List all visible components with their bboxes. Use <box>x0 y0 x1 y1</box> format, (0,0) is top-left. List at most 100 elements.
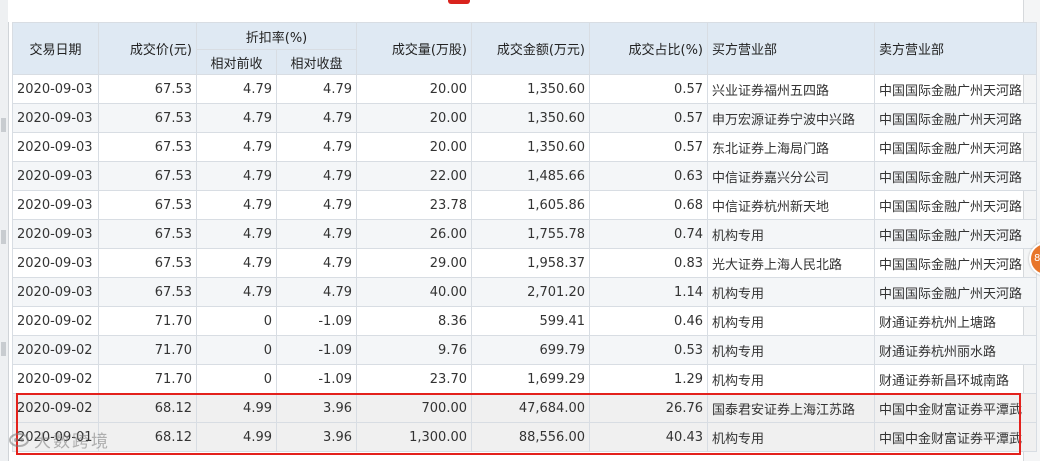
col-discount-group: 折扣率(%) <box>196 22 357 50</box>
cell-seller: 财通证券杭州丽水路 <box>874 335 1037 365</box>
table-row[interactable]: 2020-09-03 67.53 4.79 4.79 26.00 1,755.78 0.74… <box>12 219 1037 249</box>
cell-seller: 财通证券杭州上塘路 <box>874 306 1037 336</box>
cell-discount-prev-close: 0 <box>196 335 277 365</box>
col-discount-close[interactable]: 相对收盘 <box>276 49 357 75</box>
cell-discount-close: 4.79 <box>276 248 357 278</box>
cell-amount: 47,684.00 <box>471 393 590 423</box>
cell-share: 26.76 <box>589 393 708 423</box>
cell-amount: 1,350.60 <box>471 132 590 162</box>
col-buyer[interactable]: 买方营业部 <box>707 22 875 75</box>
edge-notch <box>1 342 6 356</box>
cell-discount-prev-close: 0 <box>196 364 277 394</box>
col-trade-date[interactable]: 交易日期 <box>12 22 99 75</box>
table-row[interactable]: 2020-09-02 71.70 0 -1.09 23.70 1,699.29 1.29 机构… <box>12 364 1037 394</box>
cell-discount-close: 4.79 <box>276 132 357 162</box>
cell-seller: 中国国际金融广州天河路 <box>874 161 1037 191</box>
left-scroll-edge[interactable] <box>0 0 9 461</box>
cell-share: 0.46 <box>589 306 708 336</box>
cell-discount-close: -1.09 <box>276 335 357 365</box>
cell-buyer: 中信证券嘉兴分公司 <box>707 161 875 191</box>
cell-discount-prev-close: 4.99 <box>196 422 277 452</box>
cell-seller: 中国国际金融广州天河路 <box>874 248 1037 278</box>
cell-seller: 中国中金财富证券平潭武 <box>874 422 1037 452</box>
table-row[interactable]: 2020-09-03 67.53 4.79 4.79 20.00 1,350.60 0.57… <box>12 103 1037 133</box>
cell-volume: 1,300.00 <box>356 422 472 452</box>
table-row[interactable]: 2020-09-03 67.53 4.79 4.79 20.00 1,350.60 0.57… <box>12 132 1037 162</box>
cell-trade-date: 2020-09-02 <box>12 306 99 336</box>
cell-share: 0.74 <box>589 219 708 249</box>
cell-discount-close: -1.09 <box>276 306 357 336</box>
col-volume[interactable]: 成交量(万股) <box>356 22 472 75</box>
table-row[interactable]: 2020-09-02 71.70 0 -1.09 8.36 599.41 0.46 机构专用财… <box>12 306 1037 336</box>
cell-buyer: 国泰君安证券上海江苏路 <box>707 393 875 423</box>
table-row[interactable]: 2020-09-03 67.53 4.79 4.79 22.00 1,485.66 0.63… <box>12 161 1037 191</box>
cell-price: 67.53 <box>98 248 197 278</box>
cell-trade-date: 2020-09-03 <box>12 248 99 278</box>
cell-buyer: 机构专用 <box>707 364 875 394</box>
cell-buyer: 机构专用 <box>707 277 875 307</box>
top-red-tab[interactable] <box>448 0 470 4</box>
cell-discount-close: 4.79 <box>276 103 357 133</box>
cell-seller: 中国中金财富证券平潭武 <box>874 393 1037 423</box>
table-row[interactable]: 2020-09-03 67.53 4.79 4.79 29.00 1,958.37 0.83… <box>12 248 1037 278</box>
cell-share: 0.57 <box>589 132 708 162</box>
cell-buyer: 机构专用 <box>707 422 875 452</box>
table-row[interactable]: 2020-09-02 68.12 4.99 3.96 700.00 47,684.00 26… <box>12 393 1037 423</box>
col-seller[interactable]: 卖方营业部 <box>874 22 1037 75</box>
watermark: 大数跨境 <box>8 427 110 452</box>
table-row[interactable]: 2020-09-02 71.70 0 -1.09 9.76 699.79 0.53 机构专用财… <box>12 335 1037 365</box>
top-strip <box>8 0 1024 22</box>
cell-discount-prev-close: 4.79 <box>196 219 277 249</box>
cell-discount-prev-close: 4.79 <box>196 161 277 191</box>
cell-trade-date: 2020-09-03 <box>12 161 99 191</box>
cell-price: 68.12 <box>98 422 197 452</box>
cell-volume: 700.00 <box>356 393 472 423</box>
cell-amount: 699.79 <box>471 335 590 365</box>
cell-discount-close: 4.79 <box>276 161 357 191</box>
col-share[interactable]: 成交占比(%) <box>589 22 708 75</box>
cell-share: 0.57 <box>589 74 708 104</box>
cell-volume: 26.00 <box>356 219 472 249</box>
cell-discount-prev-close: 4.79 <box>196 132 277 162</box>
table-row[interactable]: 2020-09-03 67.53 4.79 4.79 40.00 2,701.20 1.14… <box>12 277 1037 307</box>
table-row[interactable]: 2020-09-03 67.53 4.79 4.79 23.78 1,605.86 0.68… <box>12 190 1037 220</box>
cell-amount: 1,350.60 <box>471 103 590 133</box>
cell-amount: 1,350.60 <box>471 74 590 104</box>
cell-volume: 9.76 <box>356 335 472 365</box>
cell-share: 0.63 <box>589 161 708 191</box>
screenshot-frame: 交易日期 成交价(元) 折扣率(%) 成交量(万股) 成交金额(万元) 成交占比… <box>0 0 1040 461</box>
cell-discount-prev-close: 4.99 <box>196 393 277 423</box>
cell-buyer: 机构专用 <box>707 219 875 249</box>
cell-trade-date: 2020-09-03 <box>12 190 99 220</box>
cell-discount-close: 3.96 <box>276 422 357 452</box>
cell-trade-date: 2020-09-03 <box>12 219 99 249</box>
watermark-logo-icon <box>9 432 29 447</box>
cell-seller: 财通证券新昌环城南路 <box>874 364 1037 394</box>
cell-amount: 1,485.66 <box>471 161 590 191</box>
table-row[interactable]: 2020-09-03 67.53 4.79 4.79 20.00 1,350.60 0.57… <box>12 74 1037 104</box>
cell-price: 67.53 <box>98 161 197 191</box>
cell-amount: 1,605.86 <box>471 190 590 220</box>
cell-discount-close: 4.79 <box>276 190 357 220</box>
cell-discount-prev-close: 4.79 <box>196 103 277 133</box>
table-row[interactable]: 2020-09-01 68.12 4.99 3.96 1,300.00 88,556.00… <box>12 422 1037 452</box>
cell-buyer: 机构专用 <box>707 306 875 336</box>
cell-discount-close: 4.79 <box>276 277 357 307</box>
col-discount-prev-close[interactable]: 相对前收 <box>196 49 277 75</box>
cell-share: 0.57 <box>589 103 708 133</box>
cell-price: 67.53 <box>98 103 197 133</box>
cell-share: 1.14 <box>589 277 708 307</box>
cell-price: 71.70 <box>98 306 197 336</box>
block-trade-table: 交易日期 成交价(元) 折扣率(%) 成交量(万股) 成交金额(万元) 成交占比… <box>12 22 1037 452</box>
col-amount[interactable]: 成交金额(万元) <box>471 22 590 75</box>
cell-discount-prev-close: 4.79 <box>196 190 277 220</box>
cell-volume: 20.00 <box>356 74 472 104</box>
cell-share: 40.43 <box>589 422 708 452</box>
cell-volume: 8.36 <box>356 306 472 336</box>
cell-price: 67.53 <box>98 74 197 104</box>
cell-buyer: 申万宏源证券宁波中兴路 <box>707 103 875 133</box>
cell-trade-date: 2020-09-02 <box>12 364 99 394</box>
col-price[interactable]: 成交价(元) <box>98 22 197 75</box>
edge-notch <box>1 230 6 244</box>
cell-seller: 中国国际金融广州天河路 <box>874 132 1037 162</box>
